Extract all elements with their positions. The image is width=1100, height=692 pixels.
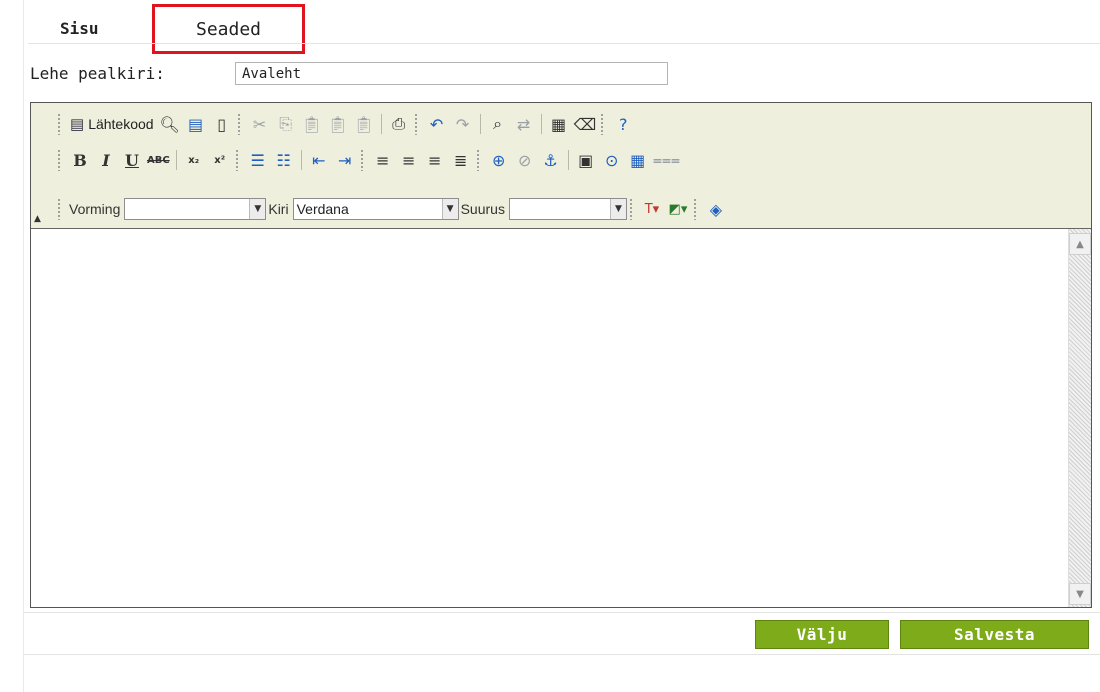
templates-icon[interactable]: ▤	[183, 111, 209, 137]
chevron-down-icon: ▼	[249, 199, 266, 219]
toolbar-grip-icon	[236, 113, 241, 135]
toolbar-separator	[175, 150, 177, 170]
paste-word-icon[interactable]: 📋︎	[351, 111, 377, 137]
toolbar-row-2: B I U ABC x₂ x² ☰ ☷ ⇤ ⇥ ≡ ≡ ≡ ≣ ⊕ ⊘ ⚓︎ ▣…	[55, 145, 682, 175]
toolbar-separator	[567, 150, 569, 170]
find-icon[interactable]: ⌕	[485, 111, 511, 137]
rich-text-editor: ▲ ▤ Lähtekood 🔍︎ ▤ ▯ ✂ ⎘ 📋︎ 📋︎ 📋︎ ⎙ ↶ ↷ …	[30, 102, 1092, 608]
toolbar-grip-icon	[234, 149, 239, 171]
toolbar-grip-icon	[628, 198, 633, 220]
copy-icon[interactable]: ⎘	[273, 111, 299, 137]
source-label: Lähtekood	[88, 116, 154, 132]
toolbar-separator	[540, 114, 542, 134]
background-color-icon[interactable]: ◩▾	[665, 196, 691, 222]
strikethrough-icon[interactable]: ABC	[145, 147, 172, 173]
preview-icon[interactable]: 🔍︎	[157, 111, 183, 137]
align-right-icon[interactable]: ≡	[422, 147, 448, 173]
new-page-icon[interactable]: ▯	[209, 111, 235, 137]
size-select[interactable]: ▼	[508, 198, 627, 220]
flash-icon[interactable]: ⊙	[599, 147, 625, 173]
undo-icon[interactable]: ↶	[424, 111, 450, 137]
toolbar-separator	[479, 114, 481, 134]
link-icon[interactable]: ⊕	[486, 147, 512, 173]
tab-settings[interactable]: Seaded	[152, 4, 305, 54]
tabs-divider	[28, 43, 1100, 44]
toolbar-grip-icon	[692, 198, 697, 220]
paste-text-icon[interactable]: 📋︎	[325, 111, 351, 137]
toolbar-collapse-icon[interactable]: ▲	[34, 214, 41, 224]
cut-icon[interactable]: ✂	[247, 111, 273, 137]
editor-scrollbar[interactable]: ▲ ▼	[1068, 229, 1091, 607]
about-icon[interactable]: ◈	[703, 196, 729, 222]
font-label: Kiri	[268, 201, 289, 217]
replace-icon[interactable]: ⇄	[511, 111, 537, 137]
text-color-icon[interactable]: T▾	[639, 196, 665, 222]
scroll-down-icon[interactable]: ▼	[1069, 583, 1091, 605]
help-icon[interactable]: ?	[610, 111, 636, 137]
unlink-icon[interactable]: ⊘	[512, 147, 538, 173]
chevron-down-icon: ▼	[441, 199, 458, 219]
table-icon[interactable]: ▦	[625, 147, 651, 173]
underline-icon[interactable]: U	[119, 147, 145, 173]
editor-content-area[interactable]: ▲ ▼	[31, 228, 1091, 607]
exit-button[interactable]: Välju	[755, 620, 889, 649]
toolbar-grip-icon	[475, 149, 480, 171]
source-button[interactable]: ▤ Lähtekood	[67, 111, 157, 137]
scroll-up-icon[interactable]: ▲	[1069, 233, 1091, 255]
image-icon[interactable]: ▣	[573, 147, 599, 173]
anchor-icon[interactable]: ⚓︎	[538, 147, 564, 173]
tab-content[interactable]: Sisu	[60, 19, 99, 38]
toolbar-row-3: Vorming ▼ Kiri Verdana ▼ Suurus ▼ T▾ ◩▾ …	[55, 194, 729, 224]
indent-icon[interactable]: ⇥	[332, 147, 358, 173]
editor-toolbar: ▲ ▤ Lähtekood 🔍︎ ▤ ▯ ✂ ⎘ 📋︎ 📋︎ 📋︎ ⎙ ↶ ↷ …	[31, 103, 1091, 228]
justify-icon[interactable]: ≣	[448, 147, 474, 173]
toolbar-grip-icon	[413, 113, 418, 135]
toolbar-grip-icon	[57, 198, 61, 220]
align-center-icon[interactable]: ≡	[396, 147, 422, 173]
print-icon[interactable]: ⎙	[386, 111, 412, 137]
unordered-list-icon[interactable]: ☷	[271, 147, 297, 173]
size-label: Suurus	[460, 201, 505, 217]
footer-divider	[24, 654, 1100, 655]
format-select[interactable]: ▼	[124, 198, 267, 220]
source-icon: ▤	[70, 116, 85, 133]
font-select[interactable]: Verdana ▼	[292, 198, 459, 220]
toolbar-grip-icon	[359, 149, 364, 171]
ordered-list-icon[interactable]: ☰	[245, 147, 271, 173]
toolbar-grip-icon	[600, 113, 605, 135]
toolbar-row-1: ▤ Lähtekood 🔍︎ ▤ ▯ ✂ ⎘ 📋︎ 📋︎ 📋︎ ⎙ ↶ ↷ ⌕ …	[55, 109, 636, 139]
toolbar-grip-icon	[57, 149, 61, 171]
toolbar-separator	[300, 150, 302, 170]
subscript-icon[interactable]: x₂	[181, 147, 207, 173]
chevron-down-icon: ▼	[609, 199, 626, 219]
toolbar-separator	[380, 114, 382, 134]
outdent-icon[interactable]: ⇤	[306, 147, 332, 173]
paste-icon[interactable]: 📋︎	[299, 111, 325, 137]
superscript-icon[interactable]: x²	[207, 147, 233, 173]
select-all-icon[interactable]: ▦	[546, 111, 572, 137]
redo-icon[interactable]: ↷	[450, 111, 476, 137]
bold-icon[interactable]: B	[67, 147, 93, 173]
font-value: Verdana	[296, 201, 349, 217]
left-rule	[23, 0, 24, 692]
remove-format-icon[interactable]: ⌫	[572, 111, 599, 137]
page-title-label: Lehe pealkiri:	[30, 64, 165, 83]
save-button[interactable]: Salvesta	[900, 620, 1089, 649]
footer-divider	[24, 612, 1100, 613]
page-title-input[interactable]	[235, 62, 668, 85]
format-label: Vorming	[69, 201, 121, 217]
horizontal-rule-icon[interactable]: ⩶	[651, 147, 682, 173]
italic-icon[interactable]: I	[93, 147, 119, 173]
align-left-icon[interactable]: ≡	[370, 147, 396, 173]
toolbar-grip-icon	[57, 113, 61, 135]
